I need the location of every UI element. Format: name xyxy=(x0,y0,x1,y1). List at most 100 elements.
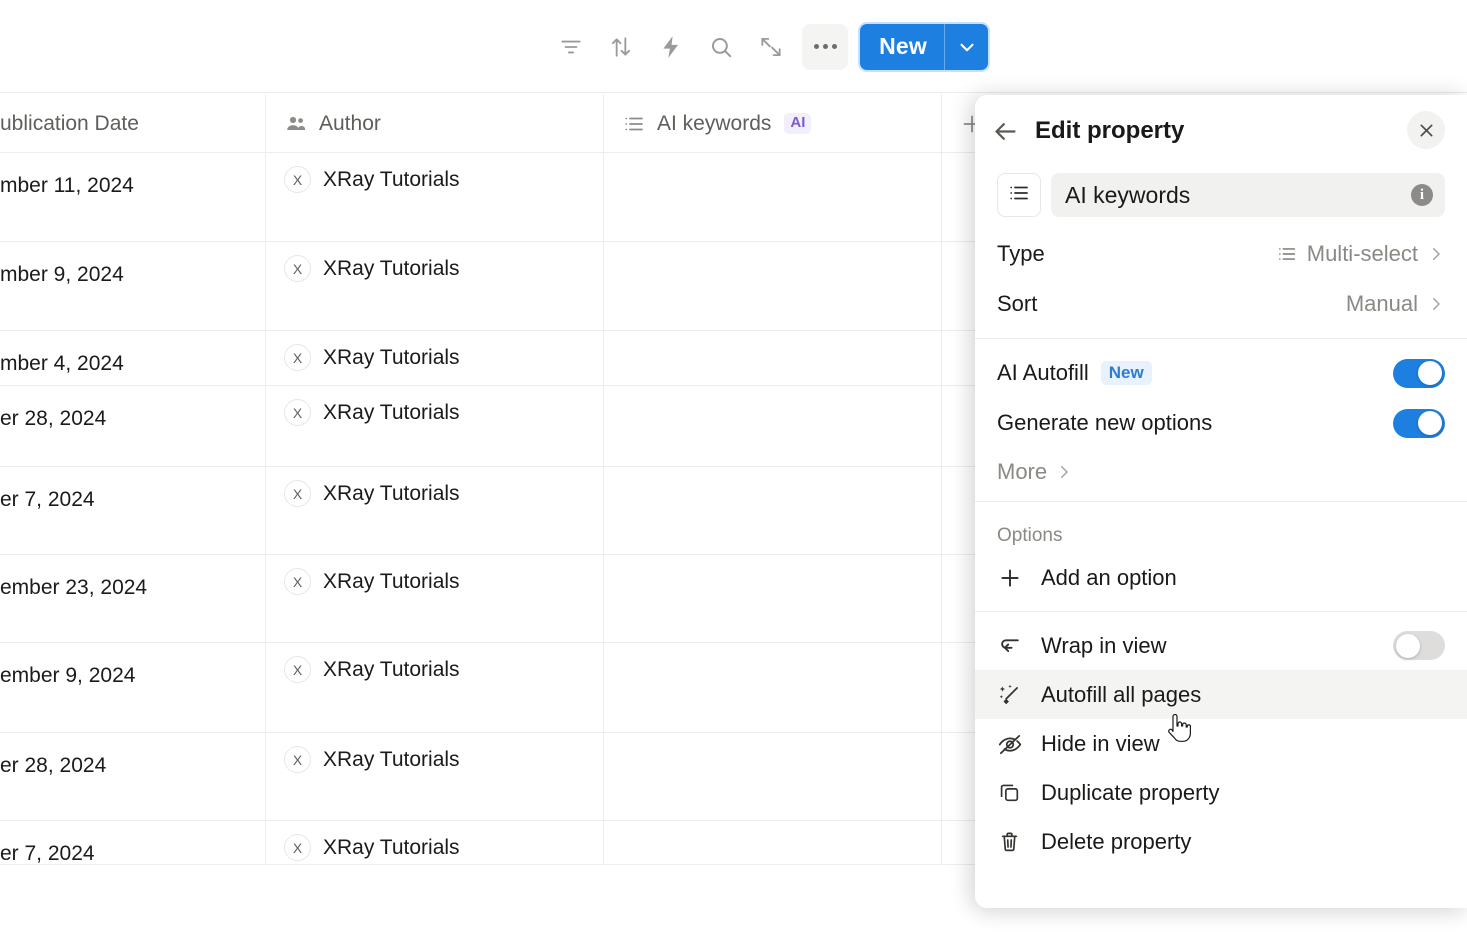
publication-date-value: mber 11, 2024 xyxy=(0,174,134,197)
divider xyxy=(975,611,1467,612)
cell-ai-keywords[interactable] xyxy=(603,386,941,466)
cell-publication-date[interactable]: mber 11, 2024 xyxy=(0,153,265,241)
avatar: X xyxy=(284,344,311,371)
column-header-label: Author xyxy=(319,111,381,135)
cell-publication-date[interactable]: mber 4, 2024 xyxy=(0,331,265,385)
menu-item-label: Delete property xyxy=(1041,828,1192,854)
cell-author[interactable]: X XRay Tutorials xyxy=(265,386,603,466)
type-value-group: Multi-select xyxy=(1276,241,1445,267)
menu-item-hide-in-view[interactable]: Hide in view xyxy=(975,719,1467,768)
column-header-author[interactable]: Author xyxy=(265,94,603,153)
arrow-left-icon[interactable] xyxy=(983,109,1027,153)
ai-autofill-row[interactable]: AI Autofill New xyxy=(975,348,1467,398)
cell-ai-keywords[interactable] xyxy=(603,331,941,385)
generate-new-options-row[interactable]: Generate new options xyxy=(975,398,1467,448)
cell-publication-date[interactable]: mber 9, 2024 xyxy=(0,242,265,330)
property-type-icon-button[interactable] xyxy=(997,173,1041,217)
avatar: X xyxy=(284,746,311,773)
cell-publication-date[interactable]: ember 9, 2024 xyxy=(0,643,265,732)
automation-icon[interactable] xyxy=(646,24,696,70)
author-chip: X XRay Tutorials xyxy=(284,386,460,426)
generate-options-left: Generate new options xyxy=(997,410,1212,436)
property-type-row[interactable]: Type Multi-select xyxy=(975,229,1467,279)
cell-publication-date[interactable]: er 7, 2024 xyxy=(0,821,265,865)
ai-autofill-toggle[interactable] xyxy=(1393,358,1445,388)
toolbar-actions: New xyxy=(546,0,988,93)
cell-author[interactable]: X XRay Tutorials xyxy=(265,821,603,864)
publication-date-value: er 28, 2024 xyxy=(0,754,107,777)
column-header-ai-keywords[interactable]: AI keywords AI xyxy=(603,94,941,153)
cell-ai-keywords[interactable] xyxy=(603,153,941,241)
avatar: X xyxy=(284,568,311,595)
eye-off-icon xyxy=(997,731,1025,757)
cell-author[interactable]: X XRay Tutorials xyxy=(265,331,603,385)
filter-icon[interactable] xyxy=(546,24,596,70)
avatar: X xyxy=(284,166,311,193)
sort-label: Sort xyxy=(997,291,1038,316)
cell-ai-keywords[interactable] xyxy=(603,733,941,820)
sort-value-group: Manual xyxy=(1346,291,1445,317)
cell-ai-keywords[interactable] xyxy=(603,643,941,732)
expand-icon[interactable] xyxy=(746,24,796,70)
sparkle-wand-icon xyxy=(997,682,1025,708)
generate-options-toggle[interactable] xyxy=(1393,408,1445,438)
avatar: X xyxy=(284,656,311,683)
avatar: X xyxy=(284,255,311,282)
cell-author[interactable]: X XRay Tutorials xyxy=(265,467,603,554)
menu-item-label: Wrap in view xyxy=(1041,632,1167,658)
author-name: XRay Tutorials xyxy=(323,167,460,191)
menu-item-duplicate-property[interactable]: Duplicate property xyxy=(975,768,1467,817)
cell-publication-date[interactable]: ember 23, 2024 xyxy=(0,555,265,642)
publication-date-value: ember 9, 2024 xyxy=(0,664,136,687)
wrap-icon xyxy=(997,633,1025,658)
new-button[interactable]: New xyxy=(860,23,988,70)
author-name: XRay Tutorials xyxy=(323,400,460,424)
sort-icon[interactable] xyxy=(596,24,646,70)
cell-publication-date[interactable]: er 28, 2024 xyxy=(0,386,265,466)
cell-ai-keywords[interactable] xyxy=(603,821,941,864)
generate-options-label: Generate new options xyxy=(997,410,1213,435)
cell-ai-keywords[interactable] xyxy=(603,555,941,642)
cell-publication-date[interactable]: er 28, 2024 xyxy=(0,733,265,820)
chevron-down-icon[interactable] xyxy=(945,24,988,70)
cell-author[interactable]: X XRay Tutorials xyxy=(265,643,603,732)
more-options-button[interactable] xyxy=(802,23,849,70)
type-label: Type xyxy=(997,241,1045,266)
cell-author[interactable]: X XRay Tutorials xyxy=(265,555,603,642)
more-row[interactable]: More xyxy=(975,448,1467,492)
cell-author[interactable]: X XRay Tutorials xyxy=(265,153,603,241)
info-icon[interactable]: i xyxy=(1411,184,1433,206)
cell-ai-keywords[interactable] xyxy=(603,242,941,330)
cell-publication-date[interactable]: er 7, 2024 xyxy=(0,467,265,554)
more-label: More xyxy=(997,459,1048,484)
column-header-publication-date[interactable]: ublication Date xyxy=(0,94,265,153)
add-an-option-button[interactable]: Add an option xyxy=(975,553,1467,602)
menu-item-delete-property[interactable]: Delete property xyxy=(975,817,1467,866)
author-chip: X XRay Tutorials xyxy=(284,331,460,371)
property-sort-row[interactable]: Sort Manual xyxy=(975,279,1467,329)
menu-item-label: Duplicate property xyxy=(1041,779,1220,805)
property-name-input[interactable]: AI keywords i xyxy=(1051,173,1445,217)
divider xyxy=(975,501,1467,502)
cell-author[interactable]: X XRay Tutorials xyxy=(265,242,603,330)
app-root: New ublication Date Author AI keywords A… xyxy=(0,0,1467,942)
toggle-knob xyxy=(1418,411,1442,435)
search-icon[interactable] xyxy=(696,24,746,70)
chevron-right-icon xyxy=(1427,245,1445,263)
menu-item-wrap-in-view[interactable]: Wrap in view xyxy=(975,621,1467,670)
cell-ai-keywords[interactable] xyxy=(603,467,941,554)
wrap-in-view-toggle[interactable] xyxy=(1393,631,1445,660)
ai-autofill-label: AI Autofill xyxy=(997,360,1089,385)
author-name: XRay Tutorials xyxy=(323,569,460,593)
ellipsis-icon xyxy=(813,44,837,49)
close-icon[interactable] xyxy=(1407,111,1445,149)
author-chip: X XRay Tutorials xyxy=(284,733,460,773)
chevron-right-icon xyxy=(1055,463,1073,481)
author-name: XRay Tutorials xyxy=(323,481,460,505)
ai-badge: AI xyxy=(784,113,812,134)
menu-item-autofill-all-pages[interactable]: Autofill all pages xyxy=(975,670,1467,719)
cell-author[interactable]: X XRay Tutorials xyxy=(265,733,603,820)
publication-date-value: er 7, 2024 xyxy=(0,842,95,865)
new-button-label: New xyxy=(879,33,927,59)
author-chip: X XRay Tutorials xyxy=(284,821,460,861)
